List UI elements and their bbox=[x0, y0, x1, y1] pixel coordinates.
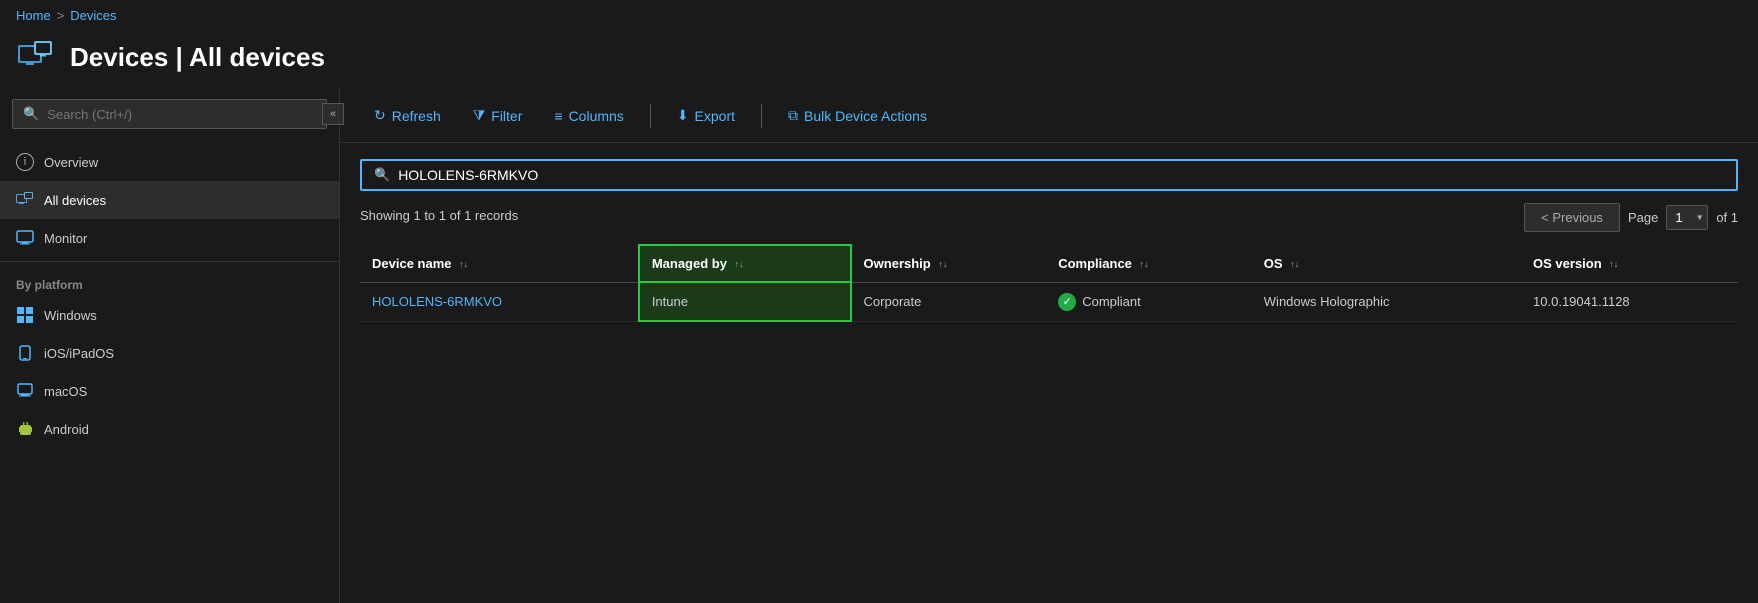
of-label: of 1 bbox=[1716, 210, 1738, 225]
breadcrumb-devices[interactable]: Devices bbox=[70, 8, 116, 23]
ios-icon bbox=[16, 344, 34, 362]
sort-icon: ↑↓ bbox=[1290, 260, 1299, 269]
sort-icon: ↑↓ bbox=[938, 260, 947, 269]
sidebar-nav: i Overview All devices bbox=[0, 139, 339, 603]
sidebar-label-ios: iOS/iPadOS bbox=[44, 346, 114, 361]
windows-icon bbox=[16, 306, 34, 324]
sidebar-label-monitor: Monitor bbox=[44, 231, 87, 246]
sidebar-label-windows: Windows bbox=[44, 308, 97, 323]
sort-icon: ↑↓ bbox=[1140, 260, 1149, 269]
page-header: Devices | All devices bbox=[0, 31, 1758, 89]
col-os-version[interactable]: OS version ↑↓ bbox=[1521, 245, 1738, 282]
content-area: ↻ Refresh ⧩ Filter ≡ Columns ⬇ Export ⧉ … bbox=[340, 89, 1758, 603]
sidebar-label-all-devices: All devices bbox=[44, 193, 106, 208]
columns-button[interactable]: ≡ Columns bbox=[540, 100, 637, 132]
sidebar-label-macos: macOS bbox=[44, 384, 87, 399]
refresh-icon: ↻ bbox=[374, 107, 386, 124]
cell-os-version: 10.0.19041.1128 bbox=[1521, 282, 1738, 321]
table-header: Device name ↑↓ Managed by ↑↓ Ownership ↑… bbox=[360, 245, 1738, 282]
sidebar-search-input[interactable] bbox=[47, 107, 316, 122]
bulk-actions-icon: ⧉ bbox=[788, 107, 798, 124]
page-select-wrapper: 1 ▾ bbox=[1666, 205, 1708, 230]
sidebar-item-android[interactable]: Android bbox=[0, 410, 339, 448]
device-search-input[interactable] bbox=[398, 167, 1724, 183]
cell-os: Windows Holographic bbox=[1252, 282, 1521, 321]
col-device-name[interactable]: Device name ↑↓ bbox=[360, 245, 639, 282]
devices-table: Device name ↑↓ Managed by ↑↓ Ownership ↑… bbox=[360, 244, 1738, 322]
search-icon: 🔍 bbox=[23, 106, 39, 122]
device-search-bar: 🔍 bbox=[360, 159, 1738, 191]
cell-device-name: HOLOLENS-6RMKVO bbox=[360, 282, 639, 321]
sort-icon: ↑↓ bbox=[459, 260, 468, 269]
sidebar-label-android: Android bbox=[44, 422, 89, 437]
collapse-button[interactable]: « bbox=[322, 103, 344, 125]
col-compliance[interactable]: Compliance ↑↓ bbox=[1046, 245, 1252, 282]
macos-icon bbox=[16, 382, 34, 400]
android-icon bbox=[16, 420, 34, 438]
sidebar-item-macos[interactable]: macOS bbox=[0, 372, 339, 410]
cell-compliance: ✓ Compliant bbox=[1046, 282, 1252, 321]
compliant-icon: ✓ bbox=[1058, 293, 1076, 311]
section-divider bbox=[0, 261, 339, 262]
search-container: 🔍 « bbox=[12, 99, 327, 129]
monitor-icon bbox=[16, 229, 34, 247]
page-title: Devices | All devices bbox=[70, 42, 325, 73]
col-os[interactable]: OS ↑↓ bbox=[1252, 245, 1521, 282]
table-body: HOLOLENS-6RMKVO Intune Corporate ✓ Compl… bbox=[360, 282, 1738, 321]
info-circle-icon: i bbox=[16, 153, 34, 171]
breadcrumb-home[interactable]: Home bbox=[16, 8, 51, 23]
showing-text: Showing 1 to 1 of 1 records bbox=[360, 208, 518, 223]
sidebar-item-monitor[interactable]: Monitor bbox=[0, 219, 339, 257]
breadcrumb-bar: Home > Devices bbox=[0, 0, 1758, 31]
previous-button[interactable]: < Previous bbox=[1524, 203, 1620, 232]
sidebar: 🔍 « i Overview bbox=[0, 89, 340, 603]
page-select[interactable]: 1 bbox=[1666, 205, 1708, 230]
sidebar-item-all-devices[interactable]: All devices bbox=[0, 181, 339, 219]
toolbar-divider-1 bbox=[650, 104, 651, 128]
sort-icon: ↑↓ bbox=[1609, 260, 1618, 269]
sidebar-item-ios[interactable]: iOS/iPadOS bbox=[0, 334, 339, 372]
breadcrumb-separator: > bbox=[57, 8, 65, 23]
filter-icon: ⧩ bbox=[473, 107, 486, 124]
pagination-bar: < Previous Page 1 ▾ of 1 bbox=[1524, 203, 1738, 232]
page-label: Page bbox=[1628, 210, 1658, 225]
refresh-button[interactable]: ↻ Refresh bbox=[360, 99, 455, 132]
compliance-badge: ✓ Compliant bbox=[1058, 293, 1240, 311]
columns-icon: ≡ bbox=[554, 108, 562, 124]
search-filter-icon: 🔍 bbox=[374, 167, 390, 183]
records-row: Showing 1 to 1 of 1 records < Previous P… bbox=[360, 203, 1738, 244]
col-ownership[interactable]: Ownership ↑↓ bbox=[851, 245, 1047, 282]
export-icon: ⬇ bbox=[677, 107, 689, 124]
export-button[interactable]: ⬇ Export bbox=[663, 99, 749, 132]
sidebar-item-windows[interactable]: Windows bbox=[0, 296, 339, 334]
platform-section-label: By platform bbox=[0, 266, 339, 296]
main-layout: 🔍 « i Overview bbox=[0, 89, 1758, 603]
sidebar-label-overview: Overview bbox=[44, 155, 98, 170]
sidebar-item-overview[interactable]: i Overview bbox=[0, 143, 339, 181]
cell-managed-by: Intune bbox=[639, 282, 851, 321]
toolbar: ↻ Refresh ⧩ Filter ≡ Columns ⬇ Export ⧉ … bbox=[340, 89, 1758, 143]
table-row: HOLOLENS-6RMKVO Intune Corporate ✓ Compl… bbox=[360, 282, 1738, 321]
content-body: 🔍 Showing 1 to 1 of 1 records < Previous… bbox=[340, 143, 1758, 603]
devices-icon bbox=[16, 191, 34, 209]
page-icon bbox=[16, 37, 56, 77]
col-managed-by[interactable]: Managed by ↑↓ bbox=[639, 245, 851, 282]
bulk-actions-button[interactable]: ⧉ Bulk Device Actions bbox=[774, 99, 941, 132]
toolbar-divider-2 bbox=[761, 104, 762, 128]
sort-icon: ↑↓ bbox=[735, 260, 744, 269]
cell-ownership: Corporate bbox=[851, 282, 1047, 321]
filter-button[interactable]: ⧩ Filter bbox=[459, 99, 537, 132]
device-name-link[interactable]: HOLOLENS-6RMKVO bbox=[372, 294, 502, 309]
